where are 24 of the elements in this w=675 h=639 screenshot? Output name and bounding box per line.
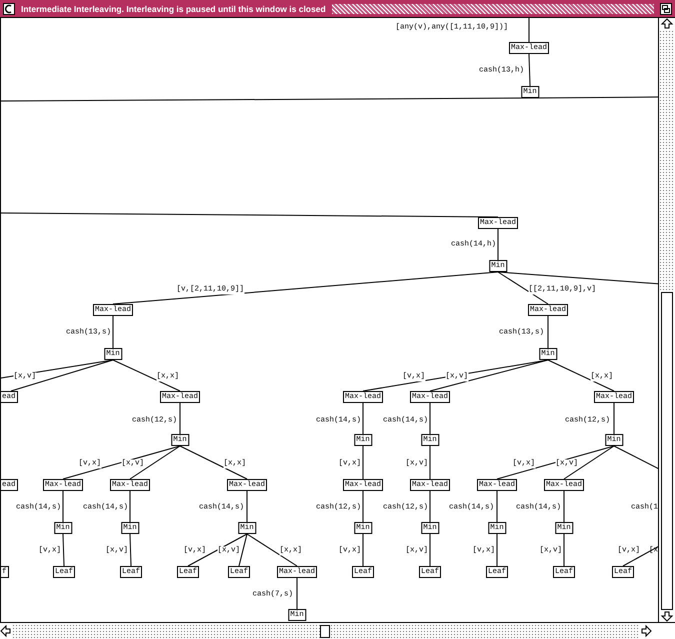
down-arrow-icon[interactable] bbox=[660, 610, 674, 622]
connector-line bbox=[112, 316, 114, 348]
vertical-scrollbar[interactable] bbox=[658, 18, 675, 622]
connector-line bbox=[362, 402, 364, 434]
connector-line bbox=[362, 490, 364, 522]
connector-line bbox=[246, 490, 248, 522]
scroll-thumb[interactable] bbox=[320, 624, 330, 638]
window-resize-icon[interactable] bbox=[660, 2, 672, 14]
connector-line bbox=[62, 534, 64, 566]
connector-line bbox=[496, 534, 498, 566]
connector-line bbox=[62, 490, 64, 522]
window-title: Intermediate Interleaving. Interleaving is paused until this window is closed bbox=[21, 4, 326, 14]
connector-line bbox=[362, 534, 364, 566]
connector-line bbox=[528, 54, 530, 86]
connector-line bbox=[296, 578, 298, 610]
window-menu-icon[interactable] bbox=[3, 2, 15, 14]
connector-line bbox=[130, 534, 132, 566]
up-arrow-icon[interactable] bbox=[660, 18, 674, 30]
right-arrow-icon[interactable] bbox=[640, 624, 652, 638]
horizontal-scrollbar[interactable] bbox=[0, 622, 675, 639]
connector-line bbox=[496, 490, 498, 522]
scroll-thumb[interactable] bbox=[661, 292, 673, 610]
left-arrow-icon[interactable] bbox=[0, 624, 12, 638]
connector-line bbox=[362, 446, 364, 480]
